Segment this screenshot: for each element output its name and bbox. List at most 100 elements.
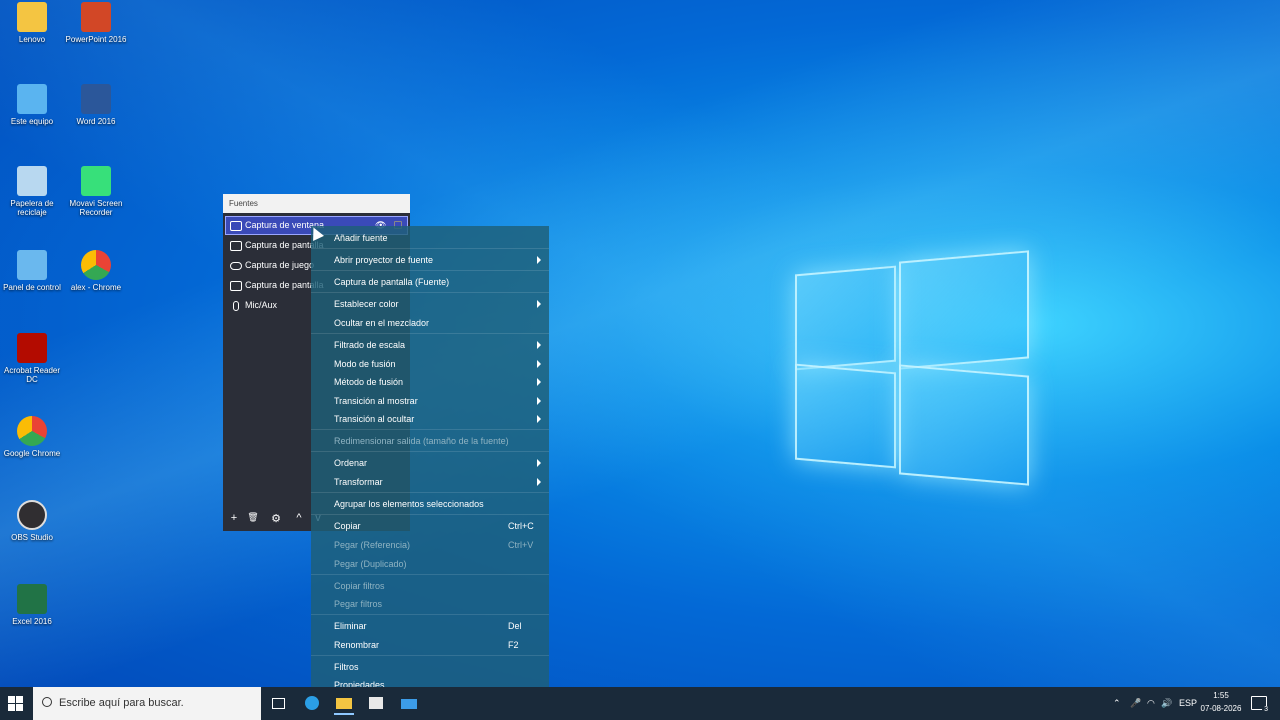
shortcut-label: Ctrl+V: [508, 540, 534, 550]
movavi-icon: [81, 166, 111, 196]
taskbar-search-box[interactable]: Escribe aquí para buscar.: [33, 687, 261, 720]
menu-item-paste-filters[interactable]: Pegar filtros: [334, 599, 382, 609]
menu-item-copy-filters[interactable]: Copiar filtros: [334, 581, 385, 591]
context-menu: Añadir fuente Abrir proyector de fuente …: [311, 226, 549, 690]
desktop-icon-obs[interactable]: OBS Studio: [0, 500, 64, 542]
desktop-icon-powerpoint[interactable]: PowerPoint 2016: [64, 2, 128, 44]
submenu-arrow-icon: [537, 300, 541, 308]
search-icon: [42, 697, 52, 707]
mail-icon[interactable]: [399, 693, 419, 713]
control-panel-icon: [17, 250, 47, 280]
acrobat-icon: [17, 333, 47, 363]
desktop-icon-lenovo[interactable]: Lenovo: [0, 2, 64, 44]
file-explorer-icon[interactable]: [334, 693, 354, 715]
task-view-icon[interactable]: [268, 693, 288, 713]
desktop-icon-alex-chrome[interactable]: alex - Chrome: [64, 250, 128, 292]
menu-separator: [311, 248, 549, 249]
menu-item-blend-method[interactable]: Método de fusión: [334, 377, 403, 387]
menu-separator: [311, 492, 549, 493]
display-capture-icon: [230, 241, 242, 251]
shortcut-label: Ctrl+C: [508, 521, 534, 531]
chrome-icon: [81, 250, 111, 280]
submenu-arrow-icon: [537, 341, 541, 349]
window-capture-icon: [230, 221, 242, 231]
menu-separator: [311, 614, 549, 615]
menu-item-add-source[interactable]: Añadir fuente: [334, 233, 388, 243]
menu-separator: [311, 429, 549, 430]
menu-separator: [311, 292, 549, 293]
windows-logo-wallpaper: [795, 248, 1030, 488]
desktop-icon-google-chrome[interactable]: Google Chrome: [0, 416, 64, 458]
menu-item-paste-duplicate[interactable]: Pegar (Duplicado): [334, 559, 407, 569]
menu-item-hide-in-mixer[interactable]: Ocultar en el mezclador: [334, 318, 429, 328]
menu-separator: [311, 514, 549, 515]
search-placeholder: Escribe aquí para buscar.: [59, 697, 184, 709]
add-source-button[interactable]: +: [227, 512, 241, 524]
submenu-arrow-icon: [537, 378, 541, 386]
menu-item-blend-mode[interactable]: Modo de fusión: [334, 359, 396, 369]
menu-separator: [311, 655, 549, 656]
submenu-arrow-icon: [537, 478, 541, 486]
move-up-button[interactable]: ^: [292, 512, 306, 524]
recycle-bin-icon: [17, 166, 47, 196]
panel-title: Fuentes: [223, 194, 410, 213]
microphone-icon[interactable]: 🎤: [1130, 687, 1141, 720]
desktop-icon-papelera[interactable]: Papelera de reciclaje: [0, 166, 64, 217]
menu-separator: [311, 574, 549, 575]
submenu-arrow-icon: [537, 459, 541, 467]
menu-item-hide-transition[interactable]: Transición al ocultar: [334, 414, 414, 424]
submenu-arrow-icon: [537, 415, 541, 423]
wifi-icon[interactable]: ◠: [1147, 687, 1155, 720]
show-hidden-icons-chevron-icon[interactable]: ⌃: [1113, 687, 1121, 720]
edge-icon[interactable]: [302, 693, 322, 713]
desktop-icon-movavi[interactable]: Movavi Screen Recorder: [64, 166, 128, 217]
menu-item-open-projector[interactable]: Abrir proyector de fuente: [334, 255, 433, 265]
clock[interactable]: 1:55 07-08-2026: [1196, 689, 1246, 715]
submenu-arrow-icon: [537, 360, 541, 368]
menu-item-set-color[interactable]: Establecer color: [334, 299, 399, 309]
menu-item-copy[interactable]: Copiar: [334, 521, 361, 531]
shortcut-label: F2: [508, 640, 519, 650]
chrome-icon: [17, 416, 47, 446]
menu-separator: [311, 451, 549, 452]
menu-item-show-transition[interactable]: Transición al mostrar: [334, 396, 418, 406]
computer-icon: [17, 84, 47, 114]
powerpoint-icon: [81, 2, 111, 32]
desktop-icon-acrobat[interactable]: Acrobat Reader DC: [0, 333, 64, 384]
gamepad-icon: [230, 262, 242, 270]
shortcut-label: Del: [508, 621, 522, 631]
menu-item-delete[interactable]: Eliminar: [334, 621, 367, 631]
taskbar: Escribe aquí para buscar. ⌃ 🎤 ◠ 🔊 ESP 1:…: [0, 687, 1280, 720]
menu-item-rename[interactable]: Renombrar: [334, 640, 379, 650]
desktop-icon-este-equipo[interactable]: Este equipo: [0, 84, 64, 126]
menu-item-resize-output[interactable]: Redimensionar salida (tamaño de la fuent…: [334, 436, 509, 446]
language-indicator[interactable]: ESP: [1179, 687, 1197, 720]
clock-time: 1:55: [1213, 691, 1229, 700]
menu-item-group-selected[interactable]: Agrupar los elementos seleccionados: [334, 499, 484, 509]
excel-icon: [17, 584, 47, 614]
wallpaper-light-beam: [0, 0, 1280, 720]
menu-item-scale-filtering[interactable]: Filtrado de escala: [334, 340, 405, 350]
desktop-icon-excel[interactable]: Excel 2016: [0, 584, 64, 626]
notification-center-icon[interactable]: 3: [1251, 696, 1270, 713]
notification-count: 3: [1262, 706, 1270, 713]
menu-item-order[interactable]: Ordenar: [334, 458, 367, 468]
submenu-arrow-icon: [537, 256, 541, 264]
menu-separator: [311, 333, 549, 334]
store-icon[interactable]: [366, 693, 386, 713]
desktop-icon-panel-control[interactable]: Panel de control: [0, 250, 64, 292]
obs-icon: [17, 500, 47, 530]
menu-item-paste-reference[interactable]: Pegar (Referencia): [334, 540, 410, 550]
remove-source-button[interactable]: 🗑: [246, 512, 260, 523]
display-capture-icon: [230, 281, 242, 291]
desktop-icon-word[interactable]: Word 2016: [64, 84, 128, 126]
menu-item-transform[interactable]: Transformar: [334, 477, 383, 487]
menu-item-filters[interactable]: Filtros: [334, 662, 359, 672]
user-folder-icon: [17, 2, 47, 32]
source-properties-button[interactable]: ⚙: [269, 512, 283, 525]
word-icon: [81, 84, 111, 114]
menu-item-screenshot-source[interactable]: Captura de pantalla (Fuente): [334, 277, 449, 287]
start-button[interactable]: [8, 696, 23, 711]
menu-separator: [311, 270, 549, 271]
volume-icon[interactable]: 🔊: [1161, 687, 1172, 720]
